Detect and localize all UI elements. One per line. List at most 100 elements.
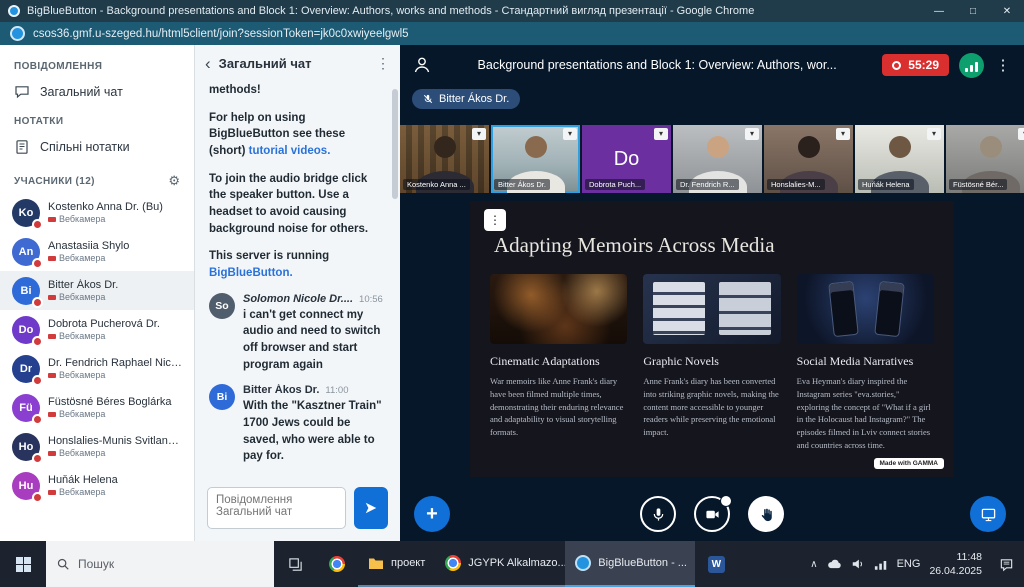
chat-title: Загальний чат <box>219 56 368 71</box>
actions-plus-button[interactable]: + <box>414 496 450 532</box>
slide-title: Adapting Memoirs Across Media <box>494 233 934 258</box>
participants-header-row: УЧАСНИКИ (12) ⚙ <box>0 163 194 193</box>
message-text: i can't get connect my audio and need to… <box>243 307 384 374</box>
slide-column: Graphic Novels Anne Frank's diary has be… <box>643 274 780 452</box>
presentation-slide: ⋮ Adapting Memoirs Across Media Cinemati… <box>470 201 954 477</box>
record-icon <box>892 61 901 70</box>
bbb-app: ПОВІДОМЛЕННЯ Загальний чат НОТАТКИ Спіль… <box>0 45 1024 541</box>
webcam-options-button[interactable]: ▾ <box>836 128 850 140</box>
webcam-tile[interactable]: Do ▾ Dobrota Puch... <box>582 125 671 193</box>
mute-button[interactable] <box>640 496 676 532</box>
webcam-name-label: Füstösné Bér... <box>949 179 1007 190</box>
system-tray: ∧ ENG 11:48 26.04.2025 <box>804 541 988 587</box>
notification-icon <box>999 557 1014 572</box>
chat-options-kebab-icon[interactable]: ⋮ <box>376 55 390 72</box>
volume-icon[interactable] <box>851 557 865 571</box>
webcam-options-button[interactable]: ▾ <box>472 128 486 140</box>
webcam-options-button[interactable]: ▾ <box>563 128 577 140</box>
message-head: Solomon Nicole Dr.... 10:56 <box>243 293 384 305</box>
taskbar-search-input[interactable]: Пошук <box>46 541 274 587</box>
muted-mic-icon <box>423 94 433 104</box>
webcam-tile[interactable]: ▾ Füstösné Bér... <box>946 125 1024 193</box>
recording-indicator[interactable]: 55:29 <box>882 54 949 76</box>
webcam-tile[interactable]: ▾ Kostenko Anna ... <box>400 125 489 193</box>
gear-icon[interactable]: ⚙ <box>168 173 180 189</box>
clock[interactable]: 11:48 26.04.2025 <box>929 550 982 578</box>
taskbar-task-chrome[interactable]: JGYPK Alkalmazo... <box>435 541 565 587</box>
chat-scrollbar[interactable] <box>392 89 398 199</box>
meeting-main-area: Background presentations and Block 1: Ov… <box>400 45 1024 541</box>
avatar: Ho <box>12 433 40 461</box>
participant-status: Вебкамера <box>48 331 160 341</box>
task-label: JGYPK Alkalmazo... <box>468 557 565 569</box>
participant-row[interactable]: Bi Bitter Ákos Dr. Вебкамера <box>0 271 194 310</box>
webcam-share-button[interactable] <box>694 496 730 532</box>
talking-indicator-row: Bitter Ákos Dr. <box>400 85 1024 109</box>
webcam-options-button[interactable]: ▾ <box>927 128 941 140</box>
participant-row[interactable]: Ho Honslalies-Munis Svitlana Dr. Вебкаме… <box>0 427 194 466</box>
webcam-tile[interactable]: ▾ Honslalies-M... <box>764 125 853 193</box>
participant-status: Вебкамера <box>48 409 172 419</box>
participant-name: Dobrota Pucherová Dr. <box>48 318 160 330</box>
taskbar-task-folder[interactable]: проект <box>358 541 435 587</box>
search-placeholder: Пошук <box>78 557 114 571</box>
webcam-tile-active-speaker[interactable]: ▾ Bitter Ákos Dr. <box>491 125 580 193</box>
options-kebab-icon[interactable]: ⋮ <box>994 56 1012 74</box>
bigbluebutton-link[interactable]: BigBlueButton. <box>209 267 293 279</box>
restore-presentation-button[interactable] <box>970 496 1006 532</box>
notes-icon <box>14 139 30 155</box>
tutorial-videos-link[interactable]: tutorial videos. <box>249 145 331 157</box>
back-icon[interactable]: ‹ <box>205 55 211 72</box>
start-button[interactable] <box>0 541 46 587</box>
action-center-button[interactable] <box>988 541 1024 587</box>
webcam-tile[interactable]: ▾ Huňák Helena <box>855 125 944 193</box>
url-text[interactable]: csos36.gmf.u-szeged.hu/html5client/join?… <box>33 28 409 40</box>
avatar-initials: Bi <box>21 285 32 297</box>
webcam-name-label: Honslalies-M... <box>767 179 825 190</box>
column-heading: Social Media Narratives <box>797 354 934 369</box>
webcam-options-button[interactable]: ▾ <box>1018 128 1024 140</box>
raise-hand-button[interactable] <box>748 496 784 532</box>
minimize-button[interactable]: — <box>922 0 956 22</box>
avatar-initials: Fü <box>19 402 32 414</box>
slide-options-kebab-button[interactable]: ⋮ <box>484 209 506 231</box>
chevron-down-icon: ▾ <box>841 130 845 138</box>
maximize-button[interactable]: □ <box>956 0 990 22</box>
chevron-down-icon: ▾ <box>932 130 936 138</box>
webcam-options-button[interactable]: ▾ <box>654 128 668 140</box>
participant-row[interactable]: Ko Kostenko Anna Dr. (Bu) Вебкамера <box>0 193 194 232</box>
participant-status: Вебкамера <box>48 292 118 302</box>
close-button[interactable]: ✕ <box>990 0 1024 22</box>
status-badge <box>32 297 43 308</box>
participant-row[interactable]: Fü Füstösné Béres Boglárka Вебкамера <box>0 388 194 427</box>
participant-row[interactable]: Hu Huňák Helena Вебкамера <box>0 466 194 505</box>
onedrive-cloud-icon[interactable] <box>827 559 842 570</box>
send-message-button[interactable] <box>354 487 388 529</box>
browser-url-bar[interactable]: csos36.gmf.u-szeged.hu/html5client/join?… <box>0 22 1024 45</box>
webcam-options-button[interactable]: ▾ <box>745 128 759 140</box>
webcam-tile[interactable]: ▾ Dr. Fendrich R... <box>673 125 762 193</box>
manage-users-icon[interactable] <box>412 55 432 75</box>
welcome-line: To join the audio bridge click the speak… <box>209 171 384 238</box>
avatar-initials: An <box>19 246 34 258</box>
connection-status-icon[interactable] <box>959 53 984 78</box>
chrome-pinned-button[interactable] <box>316 541 358 587</box>
participant-status-label: Вебкамера <box>59 292 105 302</box>
chat-message-input[interactable] <box>207 487 346 529</box>
participant-row[interactable]: Dr Dr. Fendrich Raphael Nicolas Вебкамер… <box>0 349 194 388</box>
participant-row[interactable]: Do Dobrota Pucherová Dr. Вебкамера <box>0 310 194 349</box>
sidebar-item-label: Спільні нотатки <box>40 140 130 154</box>
word-pinned-button[interactable]: W <box>695 541 737 587</box>
taskbar-task-bigbluebutton[interactable]: BigBlueButton - ... <box>565 541 695 587</box>
talking-indicator-badge[interactable]: Bitter Ákos Dr. <box>412 89 520 109</box>
language-indicator[interactable]: ENG <box>897 558 921 570</box>
task-view-button[interactable] <box>274 541 316 587</box>
welcome-line: methods! <box>209 82 384 99</box>
tray-expand-icon[interactable]: ∧ <box>810 559 817 570</box>
participant-row[interactable]: An Anastasiia Shylo Вебкамера <box>0 232 194 271</box>
webcam-name-label: Huňák Helena <box>858 179 914 190</box>
avatar-initials: So <box>215 300 228 312</box>
sidebar-item-public-chat[interactable]: Загальний чат <box>0 76 194 108</box>
sidebar-item-shared-notes[interactable]: Спільні нотатки <box>0 131 194 163</box>
network-icon[interactable] <box>874 559 888 570</box>
